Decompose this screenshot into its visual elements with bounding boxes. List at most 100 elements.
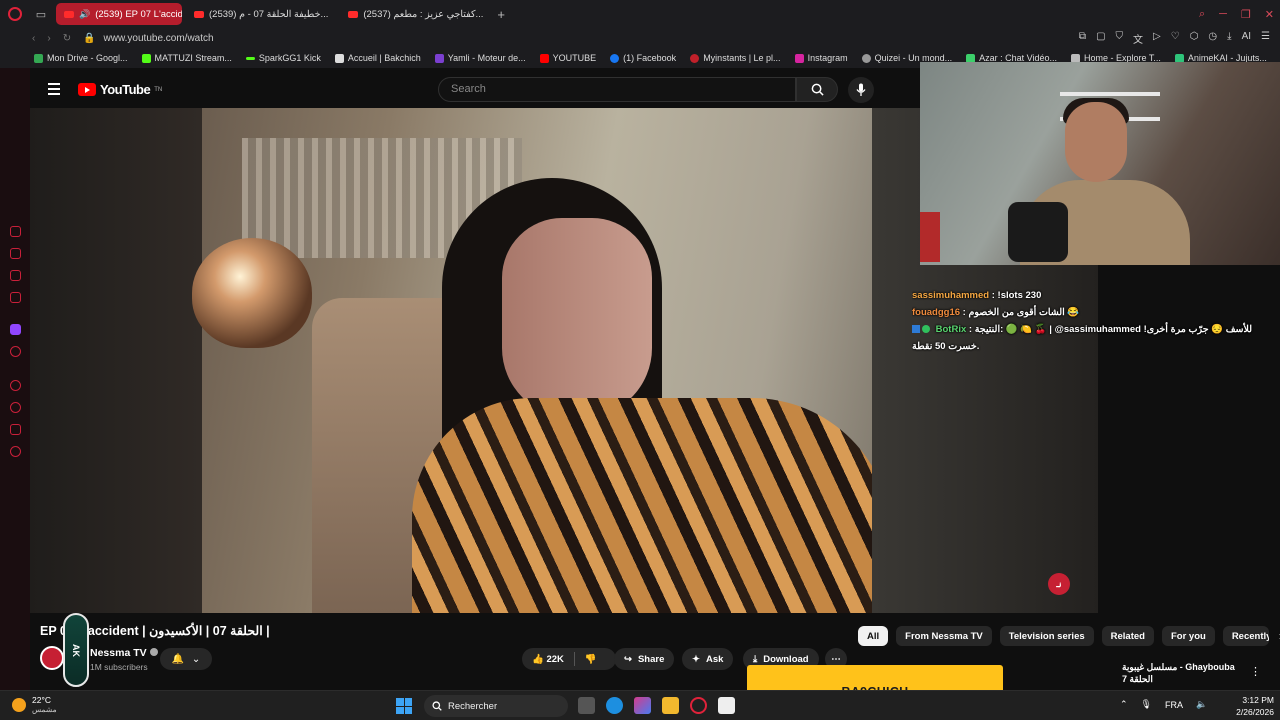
forward-button[interactable]: › (47, 33, 50, 44)
chip-for-you[interactable]: For you (1161, 626, 1215, 646)
voice-search-button[interactable] (848, 77, 874, 103)
quizei-icon (861, 53, 871, 63)
easy-setup-icon[interactable]: ☰ (1261, 31, 1270, 46)
system-tray: ⌃ 🎙 FRA 🔈 (1120, 699, 1207, 710)
search-input[interactable] (439, 78, 795, 100)
minimize-button[interactable]: ─ (1219, 8, 1227, 20)
windows-start-icon[interactable] (396, 698, 412, 714)
bookmark-drive[interactable]: Mon Drive - Googl... (34, 53, 128, 63)
chip-from-channel[interactable]: From Nessma TV (896, 626, 992, 646)
back-button[interactable]: ‹ (32, 33, 35, 44)
twitch-icon[interactable] (10, 324, 21, 335)
screenshot-icon[interactable]: ▢ (1096, 31, 1105, 46)
speaker-tray-icon[interactable]: 🔈 (1196, 699, 1207, 710)
youtube-play-icon (78, 83, 96, 96)
search-button[interactable] (796, 77, 838, 102)
tab-islands-icon[interactable]: ▭ (30, 0, 52, 28)
bookmark-myinstants[interactable]: Myinstants | Le pl... (690, 53, 781, 63)
verified-check-icon (149, 648, 158, 656)
bookmark-bakchich[interactable]: Accueil | Bakchich (334, 53, 421, 63)
streamer-face (1065, 102, 1127, 182)
messenger-icon[interactable] (10, 270, 21, 281)
sparkle-icon: ✦ (692, 653, 700, 665)
snapshot-icon[interactable]: ⧉ (1079, 31, 1086, 46)
channel-avatar[interactable] (40, 646, 64, 670)
player-sidebar-icon[interactable] (10, 380, 21, 391)
address-bar: ‹ › ↻ 🔒 www.youtube.com/watch ⧉ ▢ ⛉ 文 ▷ … (0, 28, 1280, 48)
search-icon (432, 701, 442, 711)
opera-menu-icon[interactable] (0, 0, 30, 28)
crypto-wallet-icon[interactable] (10, 424, 21, 435)
reload-button[interactable]: ↻ (63, 33, 71, 44)
instagram-icon (794, 53, 804, 63)
share-button[interactable]: ↪ Share (614, 648, 675, 670)
bookmark-kick[interactable]: MATTUZI Stream... (141, 53, 232, 63)
edge-icon[interactable] (606, 697, 623, 714)
ask-button[interactable]: ✦ Ask (682, 648, 734, 670)
tab-active[interactable]: 🔊 (2539) EP 07 L'accident (56, 3, 182, 25)
clock[interactable]: 3:12 PM 2/26/2026 (1226, 694, 1274, 718)
opera-taskbar-icon[interactable] (690, 697, 707, 714)
stream-chat-overlay: sassimuhammed : !slots 230 fouadgg16 : ا… (912, 287, 1278, 355)
chevron-up-icon[interactable]: ⌃ (1120, 699, 1128, 710)
tab-label: (2539) EP 07 L'accident (95, 8, 182, 20)
copilot-icon[interactable] (634, 697, 651, 714)
youtube-logo[interactable]: YouTube TN (78, 82, 162, 97)
search-tabs-icon[interactable]: ⌕ (1199, 8, 1205, 21)
store-icon[interactable] (718, 697, 735, 714)
sidebar-app-icon[interactable] (10, 346, 21, 357)
file-explorer-icon[interactable] (662, 697, 679, 714)
tab-2[interactable]: (2539) خطيفة الحلقة 07 - م... (186, 3, 336, 25)
subscriber-count: 1M subscribers (90, 662, 148, 672)
browser-tab-bar: ▭ 🔊 (2539) EP 07 L'accident (2539) خطيفة… (0, 0, 1280, 28)
restore-button[interactable]: ❐ (1241, 8, 1251, 21)
vpn-shield-icon[interactable]: ⛉ (1116, 31, 1124, 46)
weather-widget[interactable]: 22°C مشمس (12, 695, 57, 714)
new-tab-button[interactable]: + (497, 7, 505, 22)
subscription-bell-button[interactable]: 🔔 ⌄ (160, 648, 212, 670)
bookmark-facebook[interactable]: (1) Facebook (610, 53, 676, 63)
workspaces-icon[interactable] (10, 248, 21, 259)
settings-gear-icon[interactable] (10, 446, 21, 457)
clock-icon[interactable] (10, 402, 21, 413)
close-button[interactable]: ✕ (1265, 8, 1274, 21)
recommended-video-title[interactable]: مسلسل غيبوبة - Ghaybouba الحلقة 7 (1122, 661, 1252, 685)
more-vertical-icon[interactable]: ⋮ (1250, 665, 1261, 678)
channel-name-link[interactable]: Nessma TV (90, 647, 158, 659)
heart-icon[interactable]: ♡ (1171, 31, 1180, 46)
task-view-icon[interactable] (578, 697, 595, 714)
chip-television-series[interactable]: Television series (999, 626, 1094, 646)
menu-icon[interactable] (48, 83, 60, 98)
like-dislike-group: 👍 22K 👎 (522, 648, 616, 670)
tab-label: (2537) كفتاجي عزيز : مطعم... (363, 8, 484, 20)
ask-label: Ask (705, 653, 724, 665)
chip-all[interactable]: All (858, 626, 889, 646)
bookmark-kick-2[interactable]: SparkGG1 Kick (245, 53, 321, 63)
lock-icon[interactable]: 🔒 (83, 33, 95, 44)
history-icon[interactable]: ◷ (1208, 31, 1217, 46)
taskbar-search[interactable]: Rechercher (424, 695, 568, 717)
music-icon[interactable] (10, 292, 21, 303)
url-field[interactable]: www.youtube.com/watch (104, 33, 214, 44)
language-indicator[interactable]: FRA (1165, 700, 1183, 710)
ai-button[interactable]: AI (1242, 31, 1251, 46)
bakchich-icon (334, 53, 344, 63)
bookmark-instagram[interactable]: Instagram (794, 53, 848, 63)
dislike-button[interactable]: 👎 (585, 654, 597, 665)
speaker-icon[interactable]: 🔊 (79, 9, 90, 20)
extensions-icon[interactable]: ⬡ (1190, 31, 1199, 46)
translate-icon[interactable]: 文 (1133, 31, 1143, 46)
chip-recently-uploaded[interactable]: Recently uploaded (1222, 626, 1269, 646)
player-icon[interactable]: ▷ (1153, 31, 1161, 46)
bookmark-yamli[interactable]: Yamli - Moteur de... (434, 53, 526, 63)
microphone-tray-icon[interactable]: 🎙 (1141, 699, 1152, 710)
chip-related[interactable]: Related (1101, 626, 1154, 646)
like-button[interactable]: 👍 22K (532, 654, 564, 665)
aria-icon[interactable] (10, 226, 21, 237)
wall-shelf (1060, 92, 1160, 96)
download-icon[interactable]: ⤓ (1227, 31, 1231, 46)
bookmark-youtube[interactable]: YOUTUBE (539, 53, 596, 63)
weather-description: مشمس (32, 705, 57, 714)
tab-3[interactable]: (2537) كفتاجي عزيز : مطعم... (340, 3, 491, 25)
streamer-badge-overlay: AK (63, 613, 89, 687)
